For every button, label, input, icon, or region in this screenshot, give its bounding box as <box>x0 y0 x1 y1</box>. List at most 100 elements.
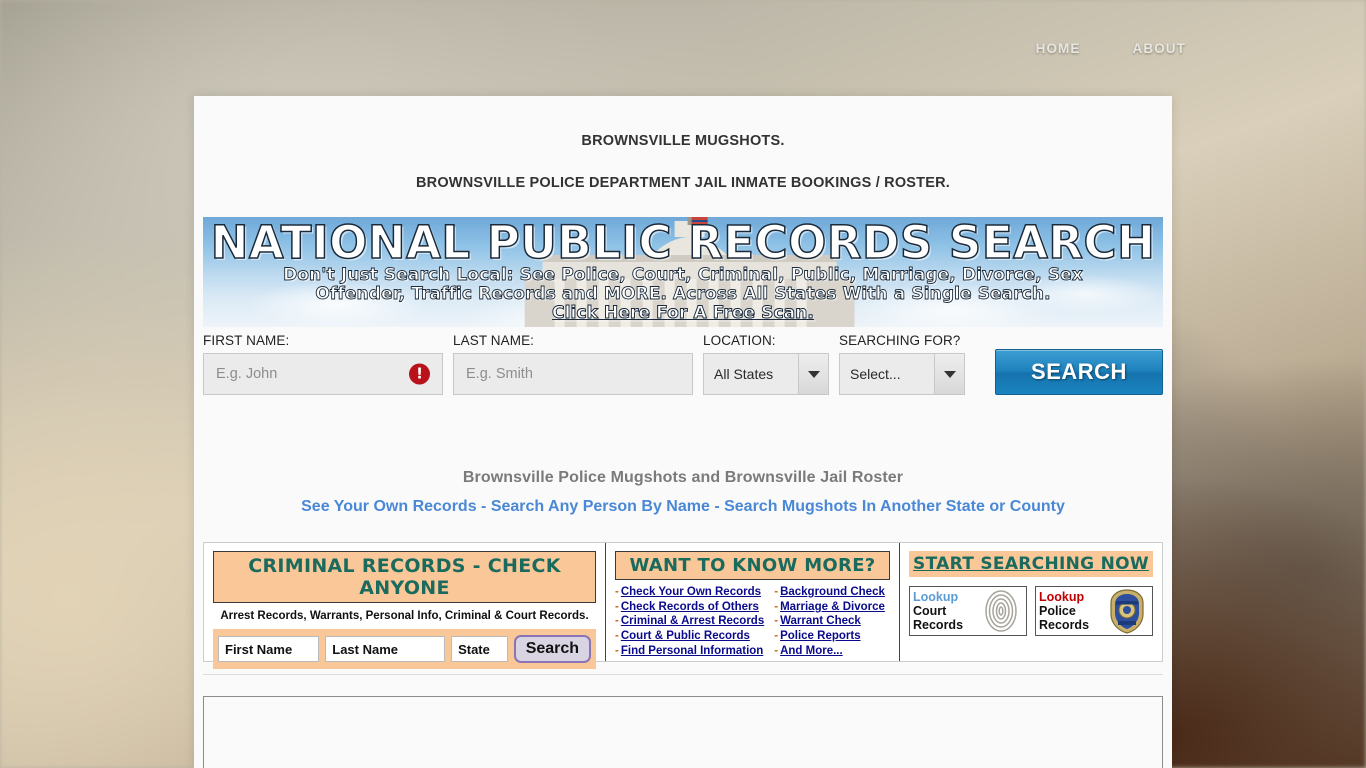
bullet: - <box>615 615 619 628</box>
promo-first-name-input[interactable]: First Name <box>218 636 320 662</box>
promo-box3-heading: START SEARCHING NOW <box>909 551 1153 577</box>
searching-for-select[interactable]: Select... <box>839 353 965 395</box>
promo-box3-buttons: Lookup Court Records Lookup Police Recor… <box>909 586 1153 636</box>
lookup-police-line3: Records <box>1039 618 1090 632</box>
promo-box-start-searching: START SEARCHING NOW Lookup Court Records <box>900 543 1162 661</box>
banner-subline-2: Offender, Traffic Records and MORE. Acro… <box>315 283 1051 304</box>
lookup-court-label: Lookup Court Records <box>913 590 979 632</box>
fingerprint-icon <box>985 590 1017 632</box>
bullet: - <box>774 586 779 598</box>
promo-search-button[interactable]: Search <box>513 635 591 663</box>
bullet: - <box>615 600 619 613</box>
promo-box-criminal-records: CRIMINAL RECORDS - CHECK ANYONE Arrest R… <box>204 543 606 669</box>
location-selected-value: All States <box>714 366 774 382</box>
lookup-police-records-button[interactable]: Lookup Police Records <box>1035 586 1153 636</box>
promo-last-name-input[interactable]: Last Name <box>325 636 446 662</box>
last-name-group: LAST NAME: E.g. Smith <box>453 333 693 395</box>
link-and-more[interactable]: And More... <box>780 645 843 657</box>
location-label: LOCATION: <box>703 333 776 348</box>
first-name-placeholder: E.g. John <box>216 366 278 382</box>
link-marriage-divorce[interactable]: Marriage & Divorce <box>780 601 885 613</box>
first-name-group: FIRST NAME: E.g. John ! <box>203 333 443 395</box>
promo-box2-column-1: - Check Your Own Records - Check Records o… <box>615 585 764 659</box>
link-background-check[interactable]: Background Check <box>780 586 885 598</box>
chevron-down-icon[interactable] <box>934 354 964 394</box>
mid-subtitle: Brownsville Police Mugshots and Brownsvi… <box>462 469 904 486</box>
police-badge-icon <box>1110 589 1144 634</box>
link-check-records-of-others[interactable]: Check Records of Others <box>621 601 759 613</box>
location-group: LOCATION: All States <box>703 333 829 395</box>
bullet: - <box>615 644 619 657</box>
first-name-input[interactable]: E.g. John ! <box>203 353 443 395</box>
lookup-police-line1: Lookup <box>1039 590 1085 604</box>
link-find-personal-information[interactable]: Find Personal Information <box>621 645 763 657</box>
lookup-court-records-button[interactable]: Lookup Court Records <box>909 586 1027 636</box>
bullet: - <box>774 630 779 643</box>
list-item: - Find Personal Information <box>615 644 764 659</box>
link-police-reports[interactable]: Police Reports <box>780 630 861 642</box>
error-icon: ! <box>409 363 430 385</box>
promo-box1-heading: CRIMINAL RECORDS - CHECK ANYONE <box>213 551 596 603</box>
list-item: - Police Reports <box>774 629 885 644</box>
page-title-secondary: BROWNSVILLE POLICE DEPARTMENT JAIL INMAT… <box>415 175 951 191</box>
link-check-your-own-records[interactable]: Check Your Own Records <box>621 586 761 598</box>
banner-headline: NATIONAL PUBLIC RECORDS SEARCH <box>210 217 1156 269</box>
records-search-form: FIRST NAME: E.g. John ! LAST NAME: E.g. … <box>203 333 1163 395</box>
list-item: - Court & Public Records <box>615 629 764 644</box>
content-container: BROWNSVILLE MUGSHOTS. BROWNSVILLE POLICE… <box>194 96 1172 768</box>
list-item: - Marriage & Divorce <box>774 600 885 615</box>
nav-item-home[interactable]: HOME <box>1036 41 1081 56</box>
first-name-label: FIRST NAME: <box>203 333 290 348</box>
promo-box1-form: First Name Last Name State Search <box>213 629 596 669</box>
last-name-placeholder: E.g. Smith <box>466 366 533 382</box>
link-warrant-check[interactable]: Warrant Check <box>780 615 861 627</box>
list-item: - Criminal & Arrest Records <box>615 614 764 629</box>
search-button[interactable]: SEARCH <box>995 349 1163 395</box>
chevron-down-icon[interactable] <box>798 354 828 394</box>
link-separator-2: - <box>709 498 725 515</box>
list-item: - Warrant Check <box>774 614 885 629</box>
link-search-other-state[interactable]: Search Mugshots In Another State or Coun… <box>724 498 1065 515</box>
list-item: - Background Check <box>774 585 885 600</box>
promo-box-row: CRIMINAL RECORDS - CHECK ANYONE Arrest R… <box>203 542 1163 669</box>
page-title-primary: BROWNSVILLE MUGSHOTS. <box>581 133 785 149</box>
top-navigation: HOME ABOUT <box>0 0 1366 96</box>
list-item: - Check Your Own Records <box>615 585 764 600</box>
bullet: - <box>615 630 619 643</box>
mid-section: Brownsville Police Mugshots and Brownsvi… <box>194 469 1172 516</box>
promo-box2-link-columns: - Check Your Own Records - Check Records o… <box>615 585 890 659</box>
bullet: - <box>774 600 779 613</box>
searching-for-selected-value: Select... <box>850 366 901 382</box>
lookup-court-line2: Court <box>913 604 947 618</box>
lookup-police-line2: Police <box>1039 604 1076 618</box>
lookup-court-line3: Records <box>913 618 964 632</box>
promo-state-input[interactable]: State <box>451 636 508 662</box>
link-search-any-person[interactable]: Search Any Person By Name <box>491 498 710 515</box>
link-separator-1: - <box>476 498 491 515</box>
bullet: - <box>615 586 619 598</box>
promo-box-want-to-know-more: WANT TO KNOW MORE? - Check Your Own Recor… <box>606 543 900 661</box>
searching-for-label: SEARCHING FOR? <box>839 333 961 348</box>
promo-box2-column-2: - Background Check - Marriage & Divorce -W… <box>774 585 885 659</box>
nav-item-about[interactable]: ABOUT <box>1133 41 1187 56</box>
content-divider <box>203 674 1163 692</box>
banner-cta-link[interactable]: Click Here For A Free Scan. <box>203 303 1163 323</box>
bullet: - <box>774 615 779 628</box>
banner-subline-1: Don't Just Search Local: See Police, Cou… <box>283 264 1084 285</box>
link-court-public-records[interactable]: Court & Public Records <box>621 630 750 642</box>
national-records-banner[interactable]: NATIONAL PUBLIC RECORDS SEARCH Don't Jus… <box>203 217 1163 327</box>
last-name-input[interactable]: E.g. Smith <box>453 353 693 395</box>
list-item: - And More... <box>774 644 885 659</box>
list-item: - Check Records of Others <box>615 600 764 615</box>
searching-for-group: SEARCHING FOR? Select... <box>839 333 965 395</box>
results-panel <box>203 696 1163 768</box>
mid-link-row: See Your Own Records - Search Any Person… <box>194 498 1172 516</box>
link-see-your-own-records[interactable]: See Your Own Records <box>301 498 476 515</box>
last-name-label: LAST NAME: <box>453 333 535 348</box>
promo-box2-heading: WANT TO KNOW MORE? <box>615 551 890 580</box>
lookup-court-line1: Lookup <box>913 590 959 604</box>
bullet: - <box>774 644 779 657</box>
location-select[interactable]: All States <box>703 353 829 395</box>
banner-text-block: NATIONAL PUBLIC RECORDS SEARCH Don't Jus… <box>203 217 1163 327</box>
link-criminal-arrest-records[interactable]: Criminal & Arrest Records <box>621 615 764 627</box>
